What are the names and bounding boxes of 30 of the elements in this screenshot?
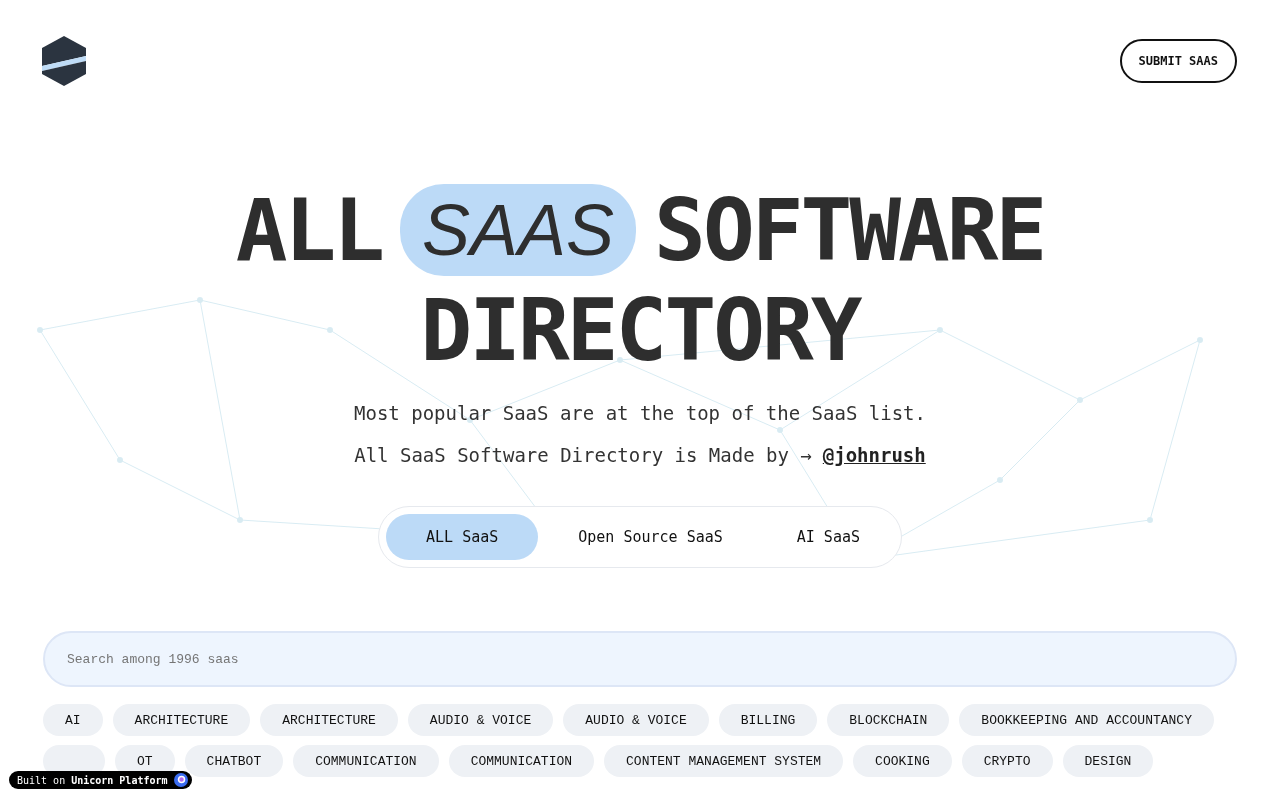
category-tag[interactable]: DESIGN	[1062, 745, 1154, 777]
credit-text: All SaaS Software Directory is Made by →	[354, 444, 812, 466]
category-tag[interactable]: COMMUNICATION	[448, 745, 595, 777]
heading: SOFTWARE	[654, 180, 1045, 280]
category-tag[interactable]: COMMUNICATION	[293, 745, 439, 777]
category-tag[interactable]: AUDIO & VOICE	[563, 704, 709, 736]
heading: ALL	[235, 180, 382, 280]
category-tag[interactable]: BLOCKCHAIN	[827, 704, 950, 736]
platform-logo-icon	[173, 773, 188, 787]
highlighted-heading-word: SAAS	[400, 184, 637, 276]
built-on-toast[interactable]: Built on Unicorn Platform	[9, 771, 192, 789]
category-tag[interactable]: ARCHITECTURE	[260, 704, 398, 736]
submit-button[interactable]: SUBMIT SAAS	[1119, 39, 1237, 83]
logo-icon[interactable]	[42, 36, 86, 86]
category-tag[interactable]: AUDIO & VOICE	[407, 704, 554, 736]
filter-tab[interactable]: Open Source SaaS	[544, 514, 757, 560]
subtitle: Most popular SaaS are at the top of the SaaS list.	[354, 402, 926, 424]
heading: DIRECTORY	[420, 280, 860, 380]
filter-tab[interactable]: AI SaaS	[762, 514, 894, 560]
category-tag[interactable]: CRYPTO	[961, 745, 1053, 777]
filter-tab[interactable]: ALL SaaS	[386, 514, 539, 560]
category-tag[interactable]: AI	[43, 704, 103, 736]
category-tag[interactable]: CHATBOT	[184, 745, 284, 777]
author-link[interactable]: @johnrush	[822, 444, 926, 466]
category-tag[interactable]: COOKING	[853, 745, 952, 777]
category-tag[interactable]: BOOKKEEPING AND ACCOUNTANCY	[959, 704, 1214, 736]
category-tag[interactable]: CONTENT MANAGEMENT SYSTEM	[604, 745, 844, 777]
search-field[interactable]: Search among 1996 saas	[43, 631, 1237, 687]
category-tag[interactable]: ARCHITECTURE	[112, 704, 251, 736]
category-tag[interactable]: BILLING	[718, 704, 818, 736]
